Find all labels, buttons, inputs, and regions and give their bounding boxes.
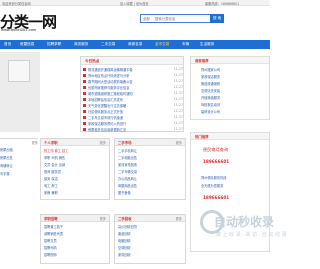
list-item[interactable]: 图书音像 bbox=[118, 190, 131, 195]
news-title: 今日热点 bbox=[85, 58, 100, 63]
list-item[interactable]: 求职 司机 销售 bbox=[44, 155, 65, 160]
list-item[interactable]: 空调回收 bbox=[118, 245, 131, 250]
house-list: 更多 房屋出租 房屋出售 商铺转让 写字楼 bbox=[0, 138, 38, 198]
bullet-icon bbox=[83, 104, 86, 107]
list-item[interactable]: 招聘厨师 bbox=[44, 252, 57, 257]
list-item[interactable]: 电工 焊工 bbox=[44, 183, 58, 188]
nav-item-secondhand[interactable]: 二手交易 bbox=[101, 42, 115, 47]
site-logo[interactable]: 分类一网 www.fenlei001.com bbox=[0, 11, 57, 33]
image-placeholder-icon bbox=[8, 60, 30, 82]
more-link[interactable]: 更多 bbox=[100, 140, 106, 145]
list-item[interactable]: 家具回收 bbox=[118, 252, 131, 257]
merchant-link[interactable]: 管道疏通维修 bbox=[201, 81, 220, 86]
list-item[interactable]: 写字楼 bbox=[0, 171, 10, 176]
list-item[interactable]: 二手手机转让 bbox=[118, 148, 137, 153]
section-secondhand: 二手市场 更多 二手手机转让 二手电脑出售 家具家电回收 二手车辆交易 办公用品转… bbox=[114, 138, 186, 200]
list-item[interactable]: 高价回收旧货 bbox=[118, 224, 137, 229]
more-link[interactable]: 更多 bbox=[176, 216, 182, 221]
search-category-select[interactable]: 全部 bbox=[143, 16, 150, 21]
list-item[interactable]: 招聘普工若干 bbox=[44, 224, 63, 229]
list-item[interactable]: 文员 会计 出纳 bbox=[44, 162, 65, 167]
logo-url: www.fenlei001.com bbox=[1, 28, 37, 32]
nav-item-business[interactable]: 商务服务 bbox=[74, 42, 88, 47]
bullet-icon bbox=[83, 92, 86, 95]
hot-headline[interactable]: 便民电话查询 bbox=[203, 147, 228, 153]
list-item[interactable]: 诚聘销售代表 bbox=[44, 231, 63, 236]
list-item[interactable]: 厨师 服务员 bbox=[44, 169, 61, 174]
list-item[interactable]: 保安 保洁 bbox=[44, 176, 58, 181]
list-item[interactable]: 商铺转让 bbox=[0, 163, 13, 168]
list-item[interactable]: 二手电脑出售 bbox=[118, 155, 137, 160]
news-header: 今日热点 bbox=[81, 57, 183, 65]
bullet-icon bbox=[83, 68, 86, 71]
merchant-box: 商家推荐 郑州搬家公司 家政保洁服务 管道疏通维修 空调清洗安装 开锁换锁服务 … bbox=[190, 56, 270, 120]
search-button[interactable]: 搜 索 bbox=[210, 14, 224, 23]
merchant-link[interactable]: 家政保洁服务 bbox=[201, 74, 220, 79]
list-item[interactable]: 招聘司机 bbox=[44, 245, 57, 250]
merchant-link[interactable]: 郑州搬家公司 bbox=[201, 67, 220, 72]
watermark-subtext: 数 上 收 录 · 来 访 · 自 动 收 录 bbox=[216, 232, 287, 238]
watermark: 自动秒收录 数 上 收 录 · 来 访 · 自 动 收 录 bbox=[200, 210, 287, 250]
merchant-link[interactable]: 开锁换锁服务 bbox=[201, 95, 220, 100]
list-item[interactable]: 找工作 普工 技工 bbox=[44, 148, 68, 153]
hot-box-header: 热门推荐 bbox=[191, 133, 269, 140]
list-item[interactable]: 母婴用品出售 bbox=[118, 183, 137, 188]
hot-link[interactable]: 郑州便民服务热线 bbox=[201, 175, 227, 180]
favorite-link[interactable]: 加入收藏 | 设为首页 bbox=[120, 1, 149, 6]
hotline-text: 客服热线：189666601 bbox=[205, 2, 240, 6]
bullet-icon bbox=[83, 122, 86, 125]
more-link[interactable]: 更多 bbox=[176, 140, 182, 145]
merchant-box-header: 商家推荐 bbox=[191, 57, 269, 64]
merchant-link[interactable]: 驾校报名培训 bbox=[201, 102, 220, 107]
nav-item-gold[interactable]: 金币交易 bbox=[155, 42, 169, 47]
merchant-link[interactable]: 空调清洗安装 bbox=[201, 88, 220, 93]
bullet-icon bbox=[83, 98, 86, 101]
list-item[interactable]: 招聘文员 bbox=[44, 238, 57, 243]
bullet-icon bbox=[83, 116, 86, 119]
hot-phone[interactable]: 189666601 bbox=[203, 195, 229, 200]
list-item[interactable]: 二手车辆交易 bbox=[118, 169, 137, 174]
more-link[interactable]: 更多 bbox=[100, 216, 106, 221]
news-panel: 今日热点 物流通道开通保障运输畅通平稳 11-27 郑州地区热点行情综述与分析 11… bbox=[80, 56, 184, 132]
more-link[interactable]: 更多 bbox=[32, 140, 38, 145]
nav-item-jobs[interactable]: 招聘求职 bbox=[47, 42, 61, 47]
list-item[interactable]: 家教 兼职 bbox=[44, 190, 58, 195]
watermark-text: 自动秒收录 bbox=[214, 215, 275, 229]
main-nav: 首页 房屋信息 招聘求职 商务服务 二手交易 商家名录 金币交易 车辆 生活服务 bbox=[0, 40, 270, 49]
list-item[interactable]: 房屋出售 bbox=[0, 155, 13, 160]
nav-item-cars[interactable]: 车辆 bbox=[182, 42, 189, 47]
top-bar: 欢迎来到分类信息网 加入收藏 | 设为首页 客服热线：189666601 bbox=[0, 0, 270, 6]
nav-item-merchants[interactable]: 商家名录 bbox=[128, 42, 142, 47]
search-bar: 全部 搜 索 bbox=[140, 14, 224, 23]
bullet-icon bbox=[83, 74, 86, 77]
section-recycle: 二手回收 更多 高价回收旧货 废品回收 电脑回收 空调回收 家具回收 bbox=[114, 214, 186, 264]
news-item[interactable]: 房屋租赁信息最新更新汇总 11-27 bbox=[83, 127, 183, 133]
bullet-icon bbox=[83, 110, 86, 113]
section-jobseek: 个人求职 更多 找工作 普工 技工 求职 司机 销售 文员 会计 出纳 厨师 服务… bbox=[40, 138, 110, 200]
hot-phone[interactable]: 189666601 bbox=[203, 159, 229, 164]
left-banner bbox=[0, 52, 40, 132]
merchant-link[interactable]: 装修设计公司 bbox=[201, 109, 220, 114]
welcome-text: 欢迎来到分类信息网 bbox=[2, 2, 31, 6]
nav-item-home[interactable]: 首页 bbox=[4, 42, 11, 47]
list-item[interactable]: 家具家电回收 bbox=[118, 162, 137, 167]
hot-link[interactable]: 全天候为您服务 bbox=[201, 183, 223, 188]
bullet-icon bbox=[83, 86, 86, 89]
nav-item-house[interactable]: 房屋信息 bbox=[20, 42, 34, 47]
list-item[interactable]: 办公用品转让 bbox=[118, 176, 137, 181]
section-recruit: 求职招聘 更多 招聘普工若干 诚聘销售代表 招聘文员 招聘司机 招聘厨师 bbox=[40, 214, 110, 264]
nav-item-life[interactable]: 生活服务 bbox=[200, 42, 214, 47]
list-item[interactable]: 废品回收 bbox=[118, 231, 131, 236]
list-item[interactable]: 电脑回收 bbox=[118, 238, 131, 243]
list-item[interactable]: 房屋出租 bbox=[0, 147, 13, 152]
bullet-icon bbox=[83, 80, 86, 83]
bullet-icon bbox=[83, 128, 86, 131]
